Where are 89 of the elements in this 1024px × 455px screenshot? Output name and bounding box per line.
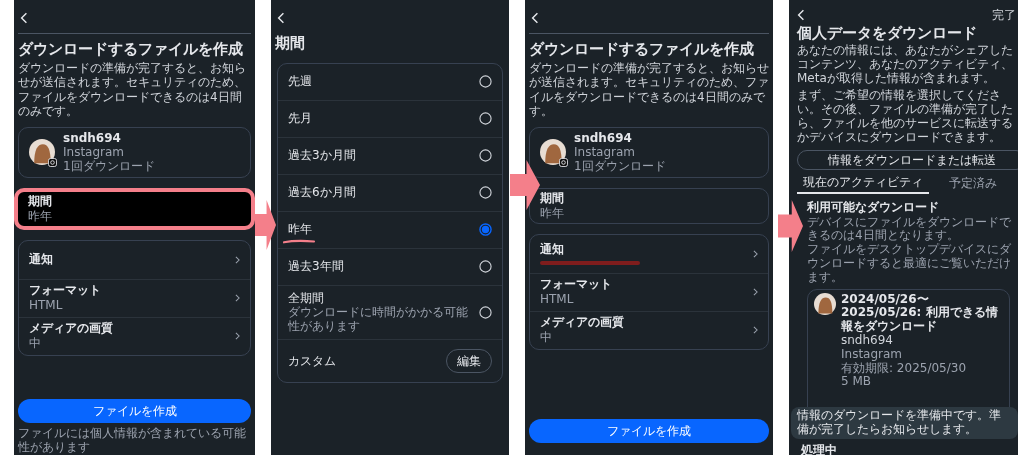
avatar-icon xyxy=(29,139,55,166)
period-option[interactable]: 全期間 ダウンロードに時間がかかる可能性があります xyxy=(278,285,502,340)
account-name: sndh694 xyxy=(841,333,894,348)
annotation-arrow xyxy=(778,200,803,252)
app-name: Instagram xyxy=(574,144,637,160)
option-label: 先週 xyxy=(288,74,312,89)
create-file-button[interactable]: ファイルを作成 xyxy=(529,419,769,443)
file-size: 5 MB xyxy=(841,375,873,390)
description: ダウンロードの準備が完了すると、お知らせが送信されます。セキュリティのため、ファイルをダウンロードできるのは4日間のみです。 xyxy=(529,61,769,119)
status-label: 処理中 xyxy=(801,442,837,455)
chevron-icon xyxy=(235,255,240,264)
underline-mark xyxy=(282,239,316,245)
screen-title: 期間 xyxy=(275,33,306,54)
row-value: 昨年 xyxy=(28,208,53,224)
chevron-icon xyxy=(753,288,758,297)
period-option[interactable]: 先月 xyxy=(278,100,502,138)
section-note: ファイルをデスクトップデバイスにダウンロードすると最適にご覧いただけます。 xyxy=(806,243,1012,285)
toast-message: 情報のダウンロードを準備中です。準備が完了したらお知らせします。 xyxy=(791,407,1018,439)
chevron-icon xyxy=(753,249,758,258)
option-label: 先月 xyxy=(288,111,312,126)
settings-row[interactable]: 通知 xyxy=(530,234,768,273)
annotation-arrow xyxy=(255,200,276,250)
option-label: カスタム xyxy=(288,352,336,370)
row-value: HTML xyxy=(540,292,575,308)
settings-row[interactable]: フォーマット HTML xyxy=(19,278,250,317)
row-value: 昨年 xyxy=(540,205,565,221)
download-count: 1回ダウンロード xyxy=(63,159,155,174)
account-name: sndh694 xyxy=(63,130,122,145)
section-title: 利用可能なダウンロード xyxy=(806,198,940,216)
back-icon[interactable] xyxy=(20,12,28,24)
account-name: sndh694 xyxy=(574,130,633,145)
footer-note: ファイルには個人情報が含まれている可能性があります xyxy=(18,426,247,454)
download-title: 2024/05/26〜2025/05/26: 利用できる情報をダウンロード xyxy=(841,292,999,334)
row-value: 中 xyxy=(540,330,553,346)
row-label: 通知 xyxy=(540,242,565,258)
back-icon[interactable] xyxy=(797,9,805,21)
period-row[interactable]: 期間 昨年 xyxy=(14,187,255,230)
done-button[interactable]: 完了 xyxy=(992,6,1016,24)
section-note: デバイスにファイルをダウンロードできるのは4日間となります。 xyxy=(806,215,1012,243)
radio-button[interactable] xyxy=(479,223,492,236)
app-name: Instagram xyxy=(841,347,904,361)
period-option[interactable]: 先週 xyxy=(278,63,502,101)
settings-row[interactable]: メディアの画質 中 xyxy=(530,310,768,349)
option-label: 過去3か月間 xyxy=(288,148,356,163)
screen-title: ダウンロードするファイルを作成 xyxy=(18,39,244,59)
screen-title: ダウンロードするファイルを作成 xyxy=(529,39,755,59)
option-label: 昨年 xyxy=(288,222,312,237)
period-option[interactable]: 昨年 xyxy=(278,211,502,249)
download-count: 1回ダウンロード xyxy=(574,159,666,174)
expiry-date: 有効期限: 2025/05/30 xyxy=(841,361,968,376)
create-file-button[interactable]: ファイルを作成 xyxy=(18,399,251,423)
option-note: ダウンロードに時間がかかる可能性があります xyxy=(288,304,469,334)
avatar-icon xyxy=(814,292,836,315)
row-label: 通知 xyxy=(29,252,53,268)
description: ダウンロードの準備が完了すると、お知らせが送信されます。セキュリティのため、ファイルをダウンロードできるのは4日間のみです。 xyxy=(18,61,247,119)
back-icon[interactable] xyxy=(531,12,539,24)
row-label: 期間 xyxy=(540,190,565,206)
instagram-icon xyxy=(48,158,57,168)
back-icon[interactable] xyxy=(277,12,285,24)
chevron-icon xyxy=(235,294,240,303)
chevron-icon xyxy=(753,326,758,335)
period-option[interactable]: 過去3年間 xyxy=(278,248,502,286)
annotation-arrow xyxy=(510,160,540,210)
row-label: メディアの画質 xyxy=(29,321,113,337)
option-label: 全期間 xyxy=(288,290,325,305)
period-option[interactable]: 過去3か月間 xyxy=(278,137,502,175)
description: まず、ご希望の情報を選択してください。その後、ファイルの準備が完了したら、ファイルを他のサービスに転送するかデバイスにダウンロードできます。 xyxy=(797,89,1014,145)
row-label: フォーマット xyxy=(540,277,612,293)
row-value: HTML xyxy=(29,298,64,314)
tab[interactable]: 現在のアクティビティ xyxy=(797,171,929,194)
row-label: メディアの画質 xyxy=(540,315,624,331)
settings-row[interactable]: 通知 xyxy=(19,240,250,279)
option-label: 過去6か月間 xyxy=(288,185,356,200)
settings-row[interactable]: メディアの画質 中 xyxy=(19,316,250,355)
settings-row[interactable]: フォーマット HTML xyxy=(530,272,768,311)
account-card[interactable]: sndh694 Instagram 1回ダウンロード xyxy=(529,126,769,178)
app-name: Instagram xyxy=(63,144,126,160)
instagram-icon xyxy=(559,158,568,168)
row-value: 中 xyxy=(29,336,42,352)
option-label: 過去3年間 xyxy=(288,259,344,274)
description: あなたの情報には、あなたがシェアしたコンテンツ、あなたのアクティビティ、Metaが取得した情報が含まれます。 xyxy=(797,44,1014,86)
row-label: 期間 xyxy=(28,193,53,209)
screen-title: 個人データをダウンロード xyxy=(797,23,978,43)
avatar-icon xyxy=(540,139,566,166)
tab[interactable]: 予定済み xyxy=(929,171,1016,194)
account-card[interactable]: sndh694 Instagram 1回ダウンロード xyxy=(18,126,251,178)
row-label: フォーマット xyxy=(29,283,101,299)
chevron-icon xyxy=(235,332,240,341)
period-option[interactable]: 過去6か月間 xyxy=(278,174,502,212)
